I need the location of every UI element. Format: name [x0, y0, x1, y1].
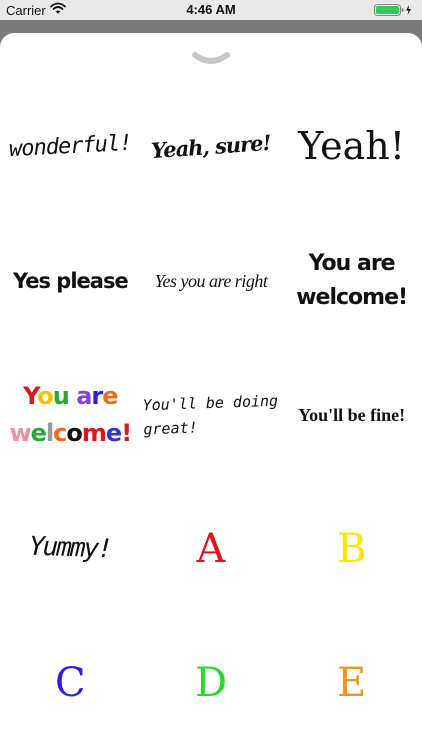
sticker-be-fine[interactable]: You'll be fine! — [281, 348, 422, 482]
sticker-glyph: o — [66, 419, 82, 447]
sticker-line: You are — [308, 250, 396, 276]
sticker-glyph: u — [52, 381, 70, 410]
sticker-line: welcome! — [296, 285, 408, 310]
sticker-letter-c[interactable]: C — [0, 616, 141, 750]
sticker-text: You are welcome! — [296, 247, 408, 315]
sticker-letter-e[interactable]: E — [281, 616, 422, 750]
sticker-glyph: ! — [121, 419, 132, 447]
sticker-glyph: r — [91, 381, 103, 410]
sticker-line: You'll be doing — [142, 391, 279, 415]
sticker-text: E — [337, 660, 367, 706]
sticker-yeah-sure[interactable]: Yeah, sure! — [141, 80, 282, 214]
sticker-letter-a[interactable]: A — [141, 482, 282, 616]
sticker-text: A — [196, 526, 226, 572]
sticker-glyph: o — [37, 381, 53, 410]
sticker-grid: wonderful! Yeah, sure! Yeah! Yes please … — [0, 80, 422, 750]
sticker-text: You are welcome! — [9, 378, 132, 452]
clock: 4:46 AM — [186, 2, 236, 17]
sticker-wonderful[interactable]: wonderful! — [0, 80, 141, 214]
sticker-glyph: e — [105, 419, 122, 447]
sticker-line: welcome! — [9, 415, 132, 452]
sticker-yummy[interactable]: Yummy! — [0, 482, 141, 616]
sticker-letter-b[interactable]: B — [281, 482, 422, 616]
sticker-text: D — [194, 660, 228, 706]
chevron-down-icon[interactable] — [189, 41, 233, 67]
sticker-sheet: wonderful! Yeah, sure! Yeah! Yes please … — [0, 33, 422, 750]
sticker-you-are-welcome-black[interactable]: You are welcome! — [281, 214, 422, 348]
sticker-glyph: m — [81, 419, 107, 447]
sticker-line: You are — [9, 378, 131, 415]
sticker-letter-d[interactable]: D — [141, 616, 282, 750]
sticker-text: Yeah, sure! — [150, 129, 272, 164]
sticker-yes-please[interactable]: Yes please — [0, 214, 141, 348]
sticker-glyph: a — [76, 381, 92, 410]
sticker-text: Yes please — [12, 268, 129, 293]
battery-icon — [374, 4, 414, 16]
sticker-text: Yeah! — [298, 124, 405, 169]
sticker-text: C — [55, 660, 86, 706]
sticker-text: You'll be doing great! — [142, 389, 279, 442]
sticker-text: B — [336, 526, 367, 572]
sticker-glyph: Y — [23, 381, 38, 410]
sticker-you-are-welcome-color[interactable]: You are welcome! — [0, 348, 141, 482]
status-bar: Carrier 4:46 AM — [0, 0, 422, 20]
sticker-text: wonderful! — [8, 131, 133, 163]
sticker-text: Yummy! — [28, 531, 112, 565]
sticker-text: Yes you are right — [154, 270, 268, 291]
sticker-line: great! — [143, 418, 199, 439]
sticker-doing-great[interactable]: You'll be doing great! — [141, 348, 282, 482]
sticker-glyph: w — [9, 419, 31, 447]
sticker-text: You'll be fine! — [298, 404, 406, 425]
sticker-glyph: c — [53, 419, 67, 447]
sticker-yes-you-are-right[interactable]: Yes you are right — [141, 214, 282, 348]
sticker-glyph: e — [102, 381, 118, 410]
sticker-yeah[interactable]: Yeah! — [281, 80, 422, 214]
sticker-glyph: e — [30, 419, 47, 447]
